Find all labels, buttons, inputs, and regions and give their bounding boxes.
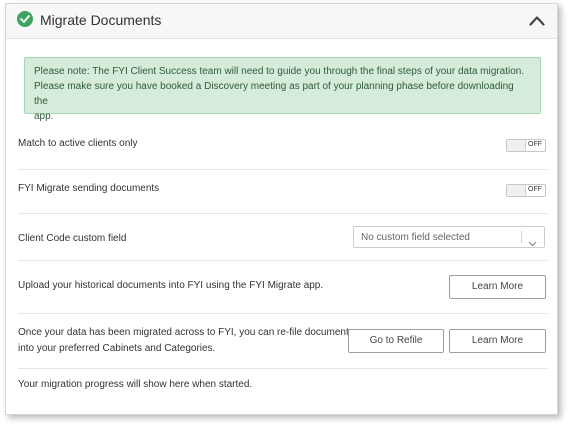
select-divider (521, 231, 522, 243)
toggle-state: OFF (528, 141, 542, 148)
migrate-documents-panel: Migrate Documents Please note: The FYI C… (5, 3, 558, 415)
notice-line: Please note: The FYI Client Success team… (34, 66, 525, 77)
chevron-down-icon (528, 234, 537, 252)
panel-header[interactable]: Migrate Documents (6, 4, 557, 39)
select-value: No custom field selected (361, 232, 470, 243)
upload-row: Upload your historical documents into FY… (18, 261, 547, 314)
go-to-refile-button[interactable]: Go to Refile (348, 329, 444, 353)
refile-row: Once your data has been migrated across … (18, 314, 547, 369)
match-active-row: Match to active clients only OFF (18, 126, 547, 170)
refile-text-line: into your preferred Cabinets and Categor… (18, 343, 216, 354)
client-code-row: Client Code custom field No custom field… (18, 214, 547, 261)
match-active-toggle[interactable]: OFF (506, 139, 546, 152)
migration-notice: Please note: The FYI Client Success team… (24, 57, 541, 122)
sending-documents-row: FYI Migrate sending documents OFF (18, 170, 547, 214)
toggle-state: OFF (528, 186, 542, 193)
match-active-label: Match to active clients only (18, 138, 138, 149)
refile-learn-more-button[interactable]: Learn More (449, 329, 546, 353)
chevron-up-icon[interactable] (529, 13, 545, 31)
toggle-knob (507, 185, 526, 196)
client-code-label: Client Code custom field (18, 233, 127, 244)
check-circle-icon (17, 11, 33, 27)
client-code-select[interactable]: No custom field selected (353, 226, 545, 248)
sending-documents-toggle[interactable]: OFF (506, 184, 546, 197)
migration-progress-text: Your migration progress will show here w… (18, 379, 253, 390)
upload-learn-more-button[interactable]: Learn More (449, 275, 546, 299)
notice-line: app. (34, 111, 54, 122)
upload-text: Upload your historical documents into FY… (18, 280, 324, 291)
refile-text: Once your data has been migrated across … (18, 325, 354, 357)
panel-title: Migrate Documents (40, 12, 162, 28)
sending-documents-label: FYI Migrate sending documents (18, 183, 160, 194)
refile-text-line: Once your data has been migrated across … (18, 327, 354, 338)
notice-line: Please make sure you have booked a Disco… (34, 81, 514, 107)
toggle-knob (507, 140, 526, 151)
